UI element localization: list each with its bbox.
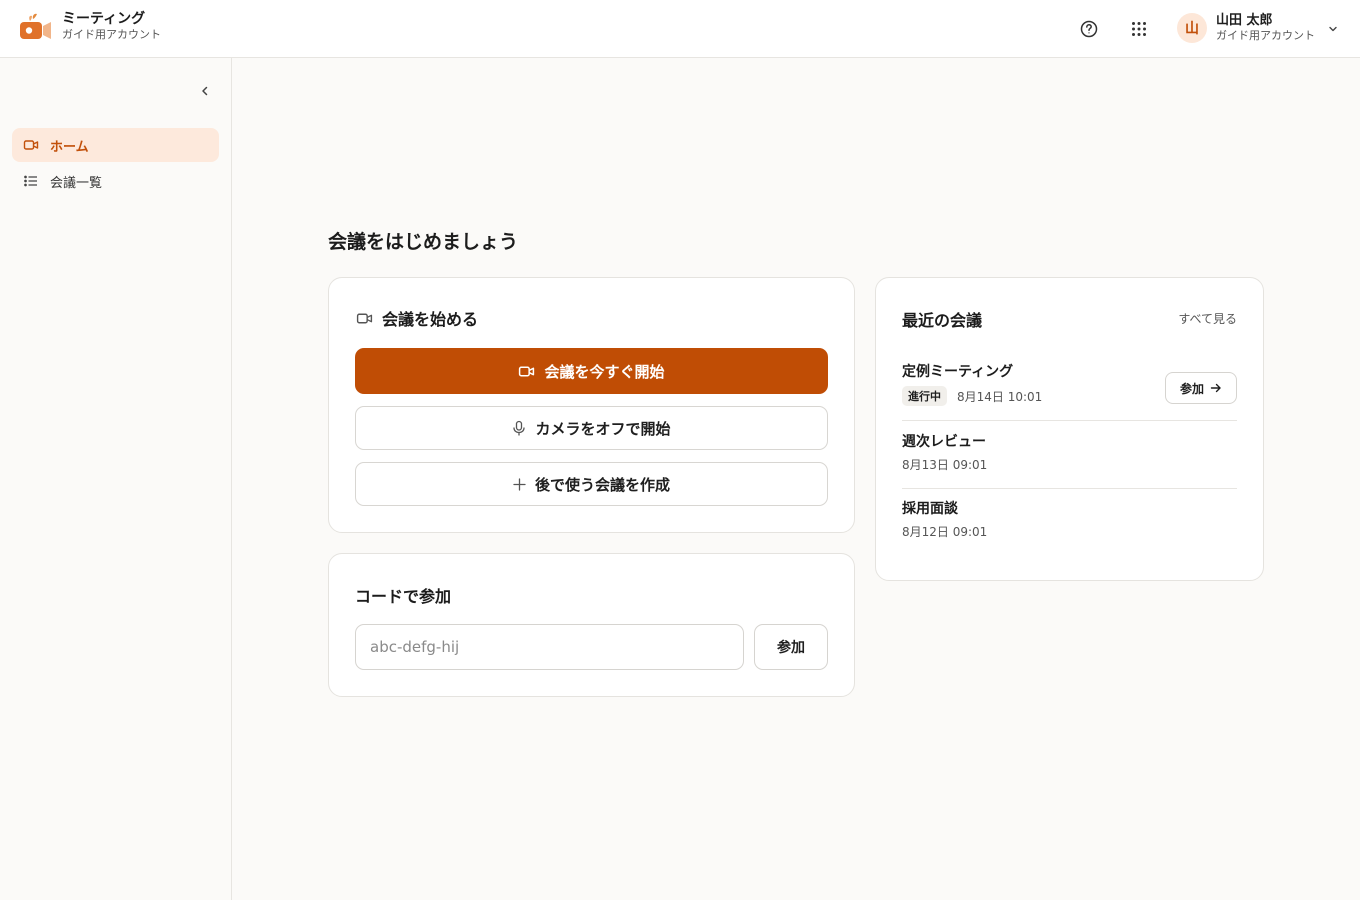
app-title: ミーティング bbox=[62, 11, 146, 27]
video-icon bbox=[356, 310, 373, 327]
recent-card-title: 最近の会議 bbox=[902, 311, 983, 330]
video-icon bbox=[518, 363, 535, 380]
user-menu[interactable]: 山 山田 太郎 ガイド用アカウント bbox=[1177, 13, 1339, 43]
sidebar-item-label: 会議一覧 bbox=[50, 175, 103, 191]
join-by-code-card: コードで参加 参加 bbox=[328, 553, 855, 697]
sidebar: ホーム 会議一覧 bbox=[0, 58, 232, 900]
user-account: ガイド用アカウント bbox=[1216, 29, 1315, 42]
arrow-right-icon bbox=[1210, 382, 1222, 394]
start-card-title: 会議を始める bbox=[356, 306, 478, 330]
sidebar-item-meetings[interactable]: 会議一覧 bbox=[12, 164, 219, 198]
microphone-icon bbox=[512, 420, 526, 436]
collapse-sidebar-icon[interactable] bbox=[195, 81, 215, 101]
list-item[interactable]: 定例ミーティング 進行中 8月14日 10:01 参加 bbox=[902, 363, 1237, 421]
join-by-code-button[interactable]: 参加 bbox=[754, 624, 828, 670]
sidebar-item-label: ホーム bbox=[50, 139, 89, 155]
start-meeting-card: 会議を始める 会議を今すぐ開始 カメラをオフで開始 後で使う会議を作成 bbox=[328, 277, 855, 533]
plus-icon bbox=[513, 477, 526, 491]
brand[interactable]: ミーティング ガイド用アカウント bbox=[19, 11, 161, 42]
chevron-down-icon bbox=[1327, 20, 1339, 39]
app-subtitle: ガイド用アカウント bbox=[62, 28, 161, 41]
start-now-button[interactable]: 会議を今すぐ開始 bbox=[355, 348, 828, 394]
camera-off-start-button[interactable]: カメラをオフで開始 bbox=[355, 406, 828, 450]
user-name: 山田 太郎 bbox=[1216, 13, 1273, 28]
see-all-link[interactable]: すべて見る bbox=[1178, 310, 1237, 327]
list-icon bbox=[23, 173, 39, 189]
video-icon bbox=[23, 137, 39, 153]
status-badge: 進行中 bbox=[902, 386, 947, 406]
code-card-title: コードで参加 bbox=[355, 587, 452, 606]
help-icon[interactable] bbox=[1078, 18, 1100, 40]
meeting-time: 8月13日 09:01 bbox=[902, 458, 988, 472]
avatar: 山 bbox=[1177, 13, 1207, 43]
create-later-button[interactable]: 後で使う会議を作成 bbox=[355, 462, 828, 506]
list-item[interactable]: 週次レビュー 8月13日 09:01 bbox=[902, 433, 1237, 489]
meeting-time: 8月12日 09:01 bbox=[902, 525, 988, 539]
meeting-time: 8月14日 10:01 bbox=[957, 389, 1043, 404]
meeting-code-input[interactable] bbox=[355, 624, 744, 670]
apps-grid-icon[interactable] bbox=[1128, 18, 1150, 40]
meeting-title: 週次レビュー bbox=[902, 434, 986, 450]
join-meeting-button[interactable]: 参加 bbox=[1165, 372, 1237, 404]
recent-meetings-card: 最近の会議 すべて見る 定例ミーティング 進行中 8月14日 10:01 参加 … bbox=[875, 277, 1264, 581]
list-item[interactable]: 採用面談 8月12日 09:01 bbox=[902, 500, 1237, 550]
page-title: 会議をはじめましょう bbox=[328, 231, 519, 253]
top-header: ミーティング ガイド用アカウント 山 山田 太郎 ガイド用アカウント bbox=[0, 0, 1360, 58]
sidebar-item-home[interactable]: ホーム bbox=[12, 128, 219, 162]
meeting-title: 採用面談 bbox=[902, 501, 958, 517]
app-logo-icon bbox=[19, 13, 53, 41]
